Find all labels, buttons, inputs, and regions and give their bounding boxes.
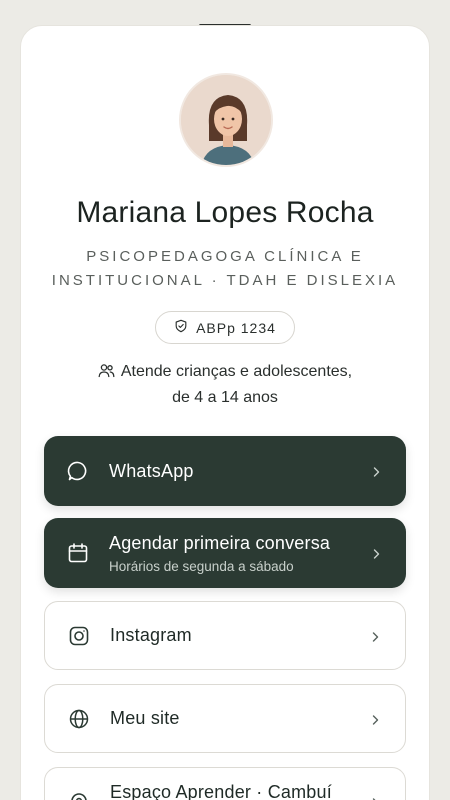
calendar-icon (67, 542, 89, 564)
schedule-label: Agendar primeira conversa (109, 532, 331, 553)
schedule-sublabel: Horários de segunda a sábado (109, 558, 294, 574)
registration-badge: ABPp 1234 (155, 311, 295, 344)
chevron-right-icon (370, 465, 382, 477)
globe-icon (68, 708, 90, 730)
chevron-right-icon (370, 547, 382, 559)
profile-name: Mariana Lopes Rocha (76, 196, 374, 229)
location-pin-icon (68, 792, 90, 800)
location-label: Espaço Aprender · Cambuí (110, 782, 332, 800)
schedule-button[interactable]: Agendar primeira conversa Horários de se… (44, 518, 406, 588)
instagram-button[interactable]: Instagram (44, 601, 406, 670)
instagram-icon (68, 625, 90, 647)
chat-bubble-icon (67, 460, 89, 482)
chevron-right-icon (369, 630, 381, 642)
users-icon (98, 362, 115, 386)
chevron-right-icon (369, 713, 381, 725)
audience-info: Atende crianças e adolescentes, de 4 a 1… (95, 360, 355, 410)
profile-subtitle: PSICOPEDAGOGA CLÍNICA E INSTITUCIONAL · … (51, 248, 399, 289)
shield-check-icon (174, 319, 188, 336)
audience-text: Atende crianças e adolescentes, de 4 a 1… (120, 363, 353, 406)
avatar (179, 73, 273, 167)
chevron-right-icon (369, 796, 381, 800)
badge-label: ABPp 1234 (196, 319, 276, 336)
instagram-label: Instagram (110, 625, 192, 645)
location-button[interactable]: Espaço Aprender · Cambuí (44, 767, 406, 800)
whatsapp-label: WhatsApp (109, 460, 194, 481)
website-button[interactable]: Meu site (44, 684, 406, 753)
website-label: Meu site (110, 708, 180, 728)
whatsapp-button[interactable]: WhatsApp (44, 436, 406, 506)
